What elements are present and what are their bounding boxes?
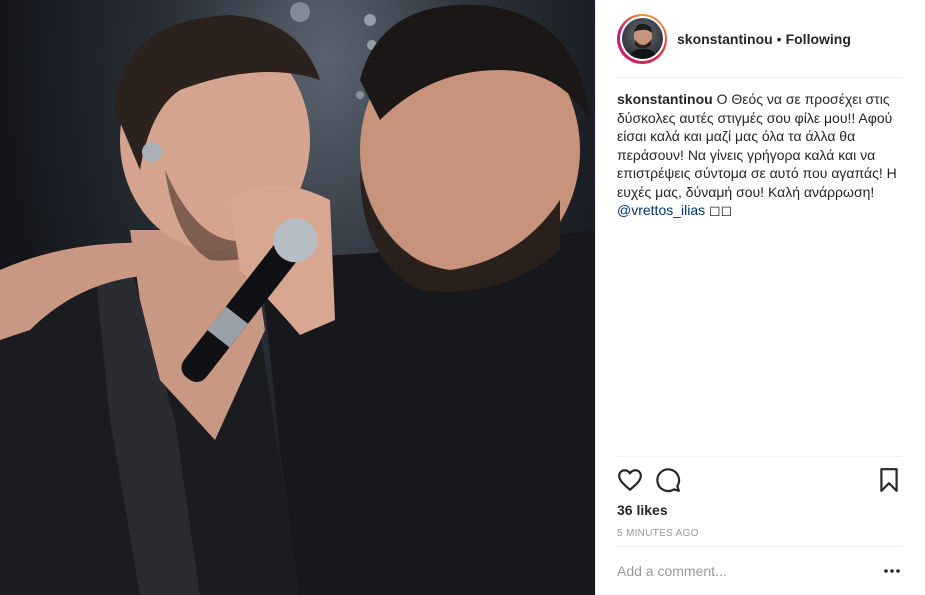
post-photo[interactable] — [0, 0, 595, 595]
post-actions: 36 likes 5 MINUTES AGO — [617, 456, 902, 546]
heart-icon[interactable] — [617, 467, 643, 493]
caption: skonstantinou Ο Θεός να σε προσέχει στις… — [617, 90, 909, 220]
avatar-image — [627, 23, 658, 59]
comment-bubble-icon[interactable] — [655, 467, 681, 493]
likes-count[interactable]: 36 likes — [617, 502, 668, 518]
avatar[interactable] — [621, 18, 663, 59]
header-text: skonstantinou • Following — [677, 31, 851, 47]
instagram-post: skonstantinou • Following skonstantinou … — [0, 0, 925, 595]
photo-illustration — [0, 2, 595, 595]
more-options-icon[interactable] — [882, 561, 902, 581]
bookmark-icon[interactable] — [876, 467, 902, 493]
caption-text: Ο Θεός να σε προσέχει στις δύσκολες αυτέ… — [617, 91, 897, 200]
username-link[interactable]: skonstantinou — [677, 31, 773, 47]
caption-mention[interactable]: @vrettos_ilias — [617, 202, 705, 218]
post-timestamp[interactable]: 5 MINUTES AGO — [617, 528, 699, 539]
follow-button[interactable]: Following — [786, 31, 851, 47]
action-row — [617, 467, 902, 493]
comment-box — [617, 546, 902, 595]
comment-input[interactable] — [617, 563, 882, 579]
caption-trailing-glyphs: ◻◻ — [709, 202, 733, 218]
post-details-panel: skonstantinou • Following skonstantinou … — [595, 0, 925, 595]
caption-username[interactable]: skonstantinou — [617, 91, 713, 107]
separator-dot: • — [776, 30, 782, 47]
avatar-frame — [619, 16, 665, 61]
post-header: skonstantinou • Following — [617, 13, 902, 78]
story-ring[interactable] — [617, 13, 667, 64]
